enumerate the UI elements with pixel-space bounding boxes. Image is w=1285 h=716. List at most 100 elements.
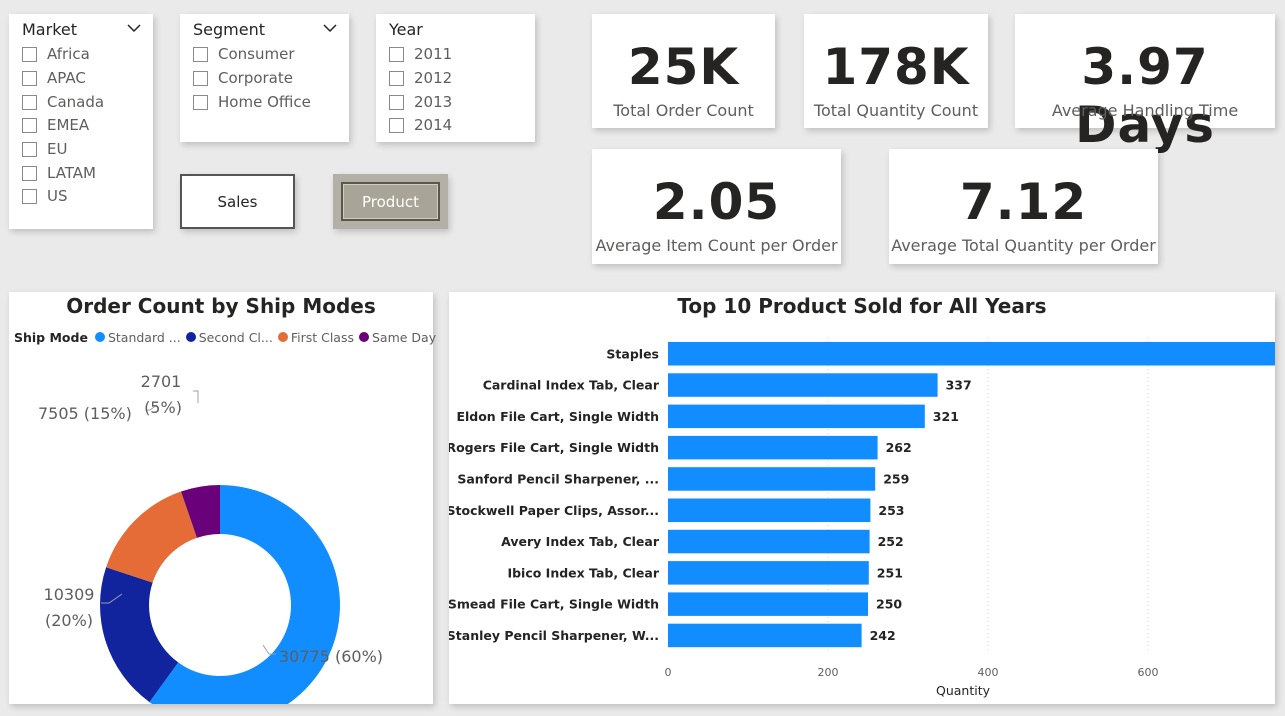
bar-value-label: 337 (946, 378, 972, 393)
chevron-down-icon[interactable] (127, 23, 141, 33)
option-label: Home Office (218, 93, 311, 111)
sales-button[interactable]: Sales (180, 174, 295, 229)
year-option-2014[interactable]: 2014 (389, 114, 452, 136)
bar[interactable] (668, 529, 870, 554)
market-option-africa[interactable]: Africa (22, 43, 90, 65)
x-tick-label: 400 (978, 666, 999, 679)
kpi-average-total-quantity: 7.12 Average Total Quantity per Order (889, 149, 1158, 264)
market-option-us[interactable]: US (22, 185, 68, 207)
category-label: Stockwell Paper Clips, Assor... (449, 503, 659, 518)
kpi-total-quantity-count: 178K Total Quantity Count (804, 14, 988, 128)
checkbox[interactable] (389, 117, 404, 133)
bar[interactable] (668, 435, 878, 460)
donut-data-label: 7505 (15%) (38, 404, 132, 423)
donut-chart[interactable]: 30775 (60%) 10309 (20%) 7505 (15%) 2701 (5%) (9, 292, 433, 704)
x-axis-title: Quantity (936, 683, 991, 698)
product-button[interactable]: Product (341, 182, 440, 221)
checkbox[interactable] (193, 94, 208, 110)
kpi-label: Total Order Count (613, 101, 754, 120)
product-button-frame[interactable]: Product (333, 174, 448, 229)
kpi-value: 178K (822, 38, 970, 96)
chevron-down-icon[interactable] (323, 23, 337, 33)
kpi-average-handling-time: 3.97 Days Average Handling Time (1015, 14, 1275, 154)
bar[interactable] (668, 498, 871, 523)
bar-value-label: 251 (877, 565, 903, 580)
bar[interactable] (668, 373, 938, 397)
option-label: 2013 (414, 93, 453, 111)
checkbox[interactable] (22, 188, 37, 204)
year-option-2011[interactable]: 2011 (389, 43, 452, 65)
checkbox[interactable] (389, 70, 404, 86)
top-products-bar-card: Top 10 Product Sold for All Years 0 200 40… (449, 292, 1275, 704)
checkbox[interactable] (22, 141, 37, 157)
bar-value-label: 259 (883, 471, 909, 486)
category-label: Eldon File Cart, Single Width (456, 409, 659, 424)
year-option-2012[interactable]: 2012 (389, 67, 452, 89)
category-label: Sanford Pencil Sharpener, ... (457, 471, 659, 486)
option-label: APAC (47, 69, 86, 87)
donut-data-label: 30775 (60%) (279, 647, 383, 666)
segment-option-home-office[interactable]: Home Office (193, 91, 311, 113)
year-slicer: Year 2011 2012 2013 2014 (376, 14, 535, 142)
kpi-value: 7.12 (959, 173, 1088, 231)
kpi-value: 3.97 Days (1074, 38, 1216, 154)
x-tick-label: 200 (818, 666, 839, 679)
checkbox[interactable] (389, 94, 404, 110)
bar[interactable] (668, 342, 1275, 366)
category-label: Smead File Cart, Single Width (449, 597, 659, 612)
checkbox[interactable] (22, 165, 37, 181)
market-option-emea[interactable]: EMEA (22, 114, 89, 136)
year-slicer-header[interactable]: Year (389, 20, 523, 40)
option-label: 2011 (414, 45, 453, 63)
category-label: Stanley Pencil Sharpener, W... (449, 628, 659, 643)
bar[interactable] (668, 561, 869, 585)
bar-value-label: 252 (878, 534, 904, 549)
bar[interactable] (668, 592, 868, 616)
donut-slice[interactable] (106, 491, 197, 583)
option-label: Consumer (218, 45, 295, 63)
option-label: US (47, 187, 68, 205)
bar-value-label: 250 (876, 597, 902, 612)
bar-chart[interactable]: 0200400600800Staples876Cardinal Index Ta… (449, 292, 1275, 704)
donut-data-label: (5%) (144, 398, 182, 417)
year-option-2013[interactable]: 2013 (389, 91, 452, 113)
checkbox[interactable] (22, 117, 37, 133)
kpi-label: Total Quantity Count (813, 101, 979, 120)
segment-option-consumer[interactable]: Consumer (193, 43, 295, 65)
year-slicer-title: Year (389, 20, 423, 39)
kpi-label: Average Total Quantity per Order (891, 236, 1156, 255)
option-label: Corporate (218, 69, 293, 87)
option-label: EMEA (47, 116, 90, 134)
market-option-eu[interactable]: EU (22, 138, 67, 160)
checkbox[interactable] (22, 46, 37, 62)
checkbox[interactable] (193, 46, 208, 62)
bar[interactable] (668, 467, 876, 491)
donut-data-label: 10309 (44, 585, 95, 604)
kpi-total-order-count: 25K Total Order Count (592, 14, 775, 128)
donut-data-label: (20%) (45, 611, 93, 630)
kpi-label: Average Item Count per Order (595, 236, 838, 255)
option-label: 2014 (414, 116, 453, 134)
market-option-canada[interactable]: Canada (22, 91, 104, 113)
market-option-apac[interactable]: APAC (22, 67, 86, 89)
market-option-latam[interactable]: LATAM (22, 162, 96, 184)
category-label: Staples (606, 346, 659, 361)
category-label: Avery Index Tab, Clear (501, 534, 660, 549)
checkbox[interactable] (193, 70, 208, 86)
option-label: Canada (47, 93, 105, 111)
bar-value-label: 242 (870, 628, 896, 643)
checkbox[interactable] (22, 70, 37, 86)
bar[interactable] (668, 404, 925, 429)
bar-value-label: 321 (933, 409, 959, 424)
segment-slicer-header[interactable]: Segment (193, 20, 337, 40)
segment-option-corporate[interactable]: Corporate (193, 67, 293, 89)
x-tick-label: 600 (1138, 666, 1159, 679)
market-slicer-header[interactable]: Market (22, 20, 141, 40)
bar[interactable] (668, 623, 862, 648)
checkbox[interactable] (22, 94, 37, 110)
checkbox[interactable] (389, 46, 404, 62)
bar-value-label: 253 (878, 503, 904, 518)
option-label: LATAM (47, 164, 96, 182)
option-label: Africa (47, 45, 90, 63)
segment-slicer-title: Segment (193, 20, 265, 39)
